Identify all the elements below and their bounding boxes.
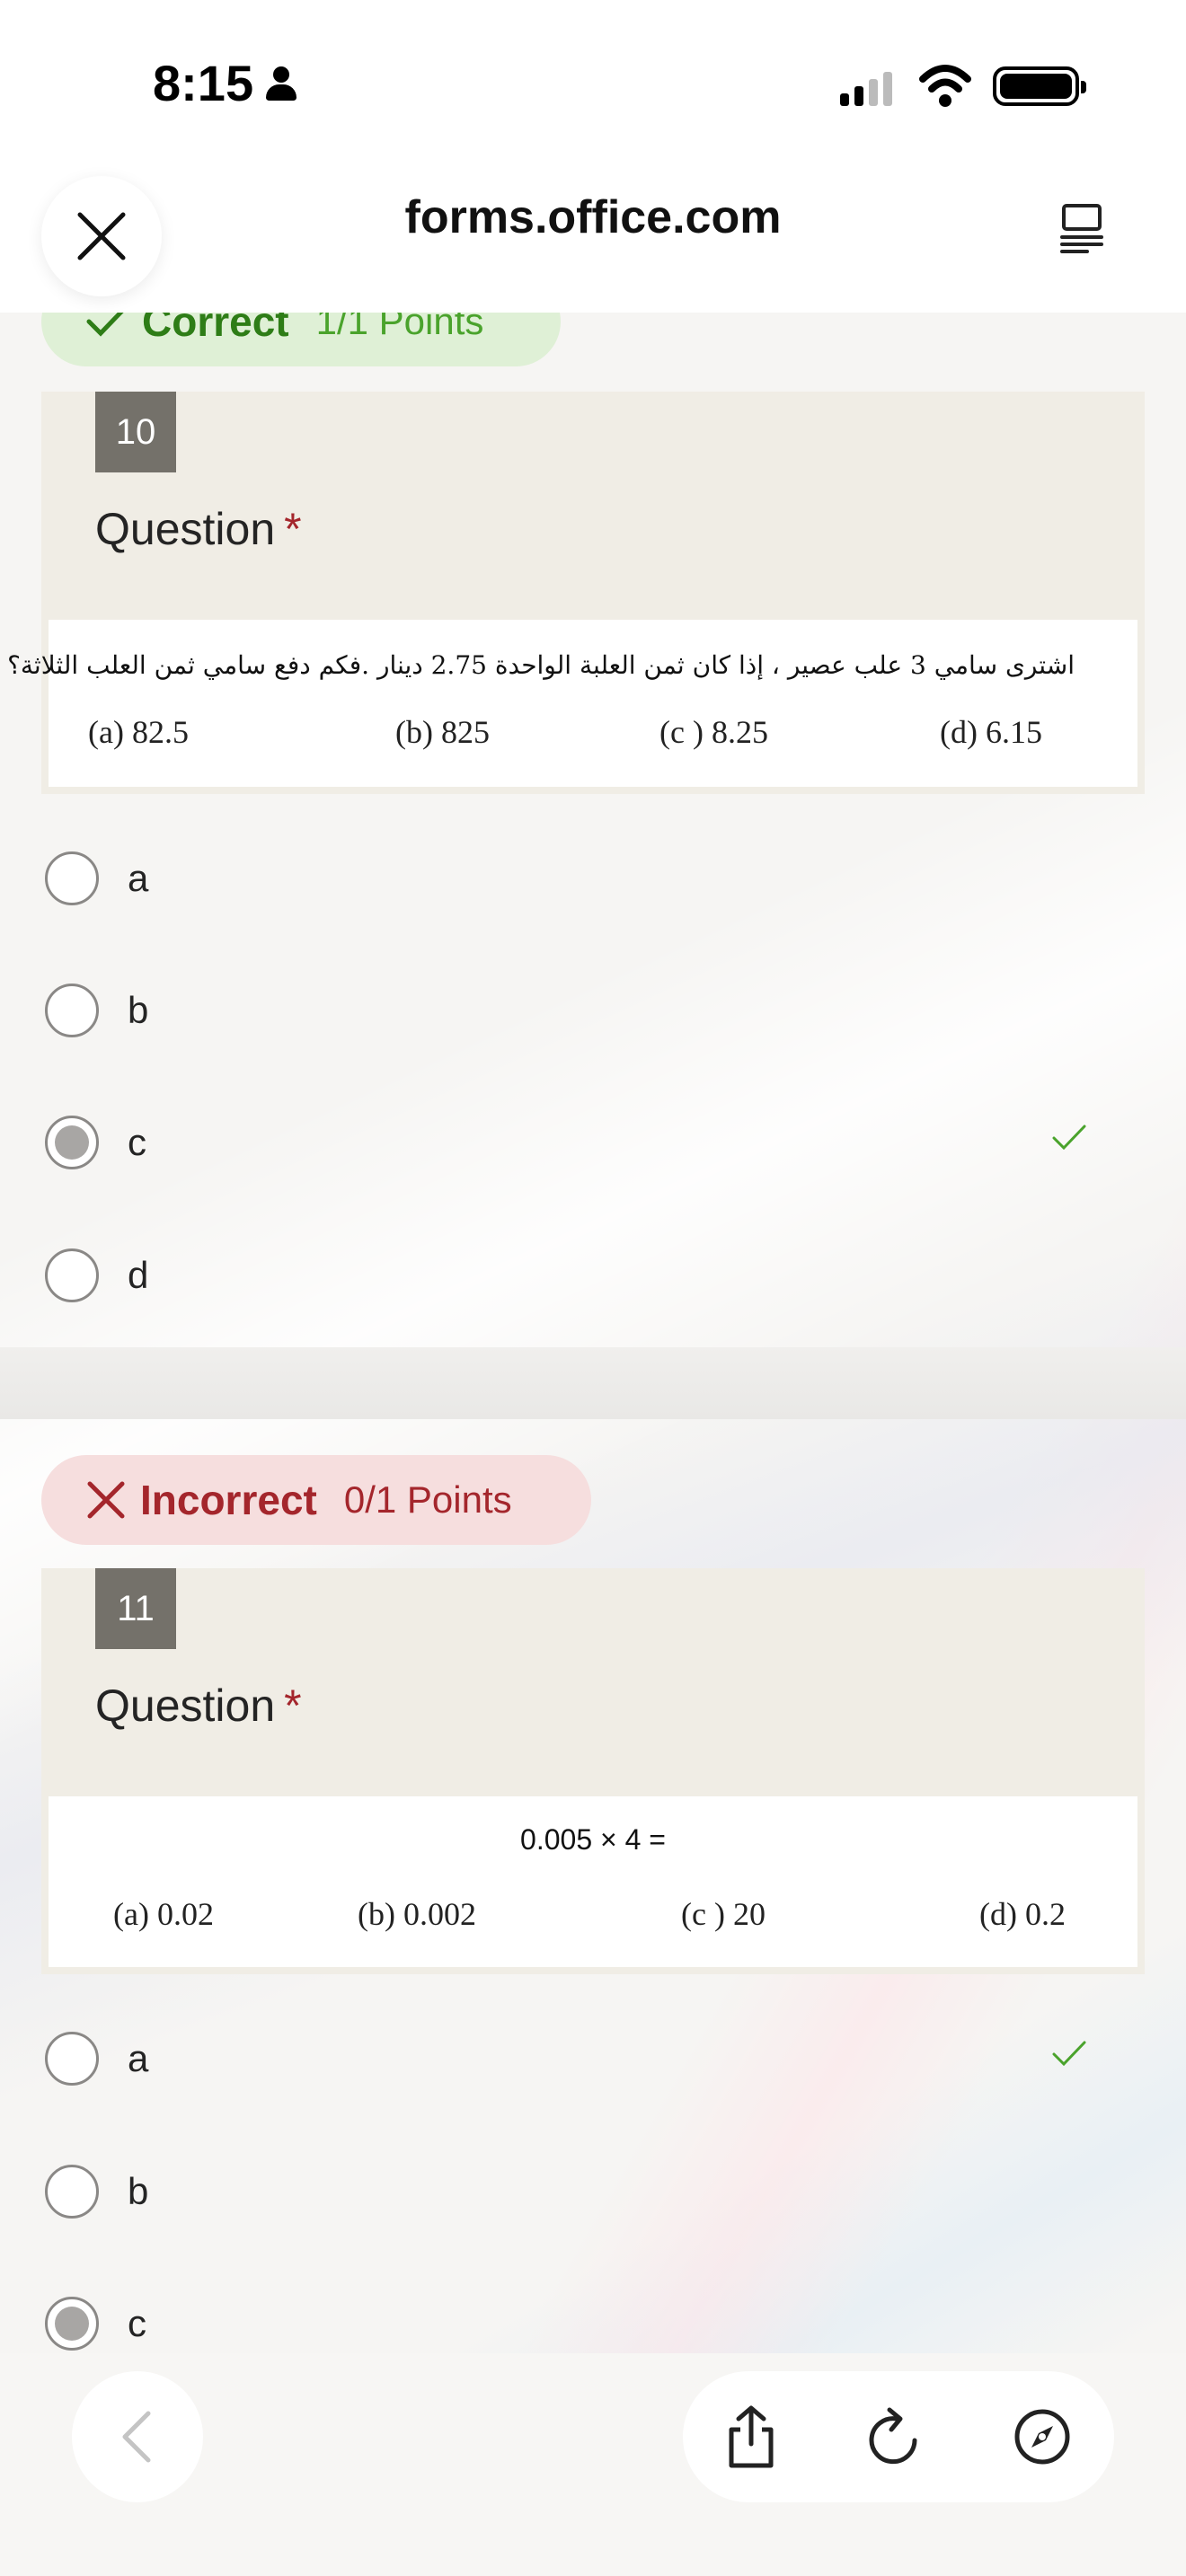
answer-option-d[interactable]: d bbox=[45, 1239, 1141, 1311]
answer-option-b[interactable]: b bbox=[45, 975, 1141, 1046]
answer-option-c[interactable]: c bbox=[45, 1107, 1141, 1178]
radio-button[interactable] bbox=[45, 2165, 99, 2219]
question-image-text: 0.005 × 4 = bbox=[520, 1823, 666, 1856]
answer-option-a[interactable]: a bbox=[45, 2023, 1141, 2095]
image-option: (a) 82.5 bbox=[88, 714, 189, 750]
image-option: (d) 0.2 bbox=[979, 1896, 1066, 1932]
url-text[interactable]: forms.office.com bbox=[0, 190, 1186, 244]
answer-label: c bbox=[128, 1121, 146, 1163]
back-button[interactable] bbox=[72, 2371, 203, 2502]
question-image: 0.005 × 4 = (a) 0.02 (b) 0.002 (c ) 20 (… bbox=[49, 1796, 1137, 1967]
question-number: 11 bbox=[95, 1568, 176, 1649]
browser-actions bbox=[683, 2371, 1114, 2502]
person-icon bbox=[266, 66, 297, 101]
answer-option-c[interactable]: c bbox=[45, 2288, 1141, 2360]
answer-label: a bbox=[128, 2037, 149, 2079]
answer-label: a bbox=[128, 857, 149, 899]
image-option: (b) 825 bbox=[395, 714, 490, 750]
status-time: 8:15 bbox=[153, 54, 297, 112]
result-status: Incorrect bbox=[86, 1476, 317, 1524]
required-mark: * bbox=[284, 504, 302, 554]
radio-button[interactable] bbox=[45, 1248, 99, 1302]
question-number: 10 bbox=[95, 392, 176, 472]
correct-answer-check-icon bbox=[1052, 1125, 1086, 1151]
reader-mode-icon[interactable] bbox=[1060, 203, 1105, 253]
question-divider bbox=[0, 1347, 1186, 1419]
points-text: 0/1 Points bbox=[343, 1478, 512, 1521]
wifi-icon bbox=[919, 65, 971, 107]
image-option: (a) 0.02 bbox=[113, 1896, 214, 1932]
question-title-text: Question bbox=[95, 1681, 276, 1731]
image-option: (b) 0.002 bbox=[358, 1896, 476, 1932]
question-title-text: Question bbox=[95, 504, 276, 554]
question-card: 10 Question * اشترى سامي 3 علب عصير ، إذا… bbox=[7, 392, 1145, 794]
radio-button-selected[interactable] bbox=[45, 2297, 99, 2351]
x-icon bbox=[87, 1481, 125, 1519]
compass-button[interactable] bbox=[997, 2392, 1087, 2482]
radio-button[interactable] bbox=[45, 851, 99, 905]
radio-button[interactable] bbox=[45, 2032, 99, 2086]
image-option: (c ) 20 bbox=[681, 1896, 766, 1932]
battery-icon bbox=[993, 66, 1086, 106]
image-option: (d) 6.15 bbox=[940, 714, 1042, 750]
question-title: Question * bbox=[95, 1680, 302, 1732]
answer-option-b[interactable]: b bbox=[45, 2156, 1141, 2228]
correct-answer-check-icon bbox=[1052, 2041, 1086, 2067]
share-button[interactable] bbox=[706, 2392, 796, 2482]
cellular-signal-icon bbox=[840, 72, 892, 106]
image-option: (c ) 8.25 bbox=[659, 714, 768, 750]
question-image: اشترى سامي 3 علب عصير ، إذا كان ثمن العل… bbox=[7, 620, 1137, 787]
share-icon bbox=[729, 2405, 774, 2468]
time-text: 8:15 bbox=[153, 55, 254, 111]
answer-label: c bbox=[128, 2302, 146, 2344]
radio-button-selected[interactable] bbox=[45, 1116, 99, 1169]
reload-icon bbox=[869, 2407, 917, 2465]
answer-label: b bbox=[128, 989, 149, 1031]
answer-option-a[interactable]: a bbox=[45, 842, 1141, 914]
reload-button[interactable] bbox=[850, 2392, 940, 2482]
question-title: Question * bbox=[95, 503, 302, 555]
result-badge-incorrect: Incorrect 0/1 Points bbox=[41, 1455, 591, 1545]
question-card: 11 Question * 0.005 × 4 = (a) 0.02 (b) 0.… bbox=[41, 1568, 1145, 1974]
question-image-text: اشترى سامي 3 علب عصير ، إذا كان ثمن العل… bbox=[7, 650, 1075, 680]
result-text: Incorrect bbox=[140, 1477, 317, 1523]
status-bar: 8:15 bbox=[0, 0, 1186, 171]
answer-label: b bbox=[128, 2170, 149, 2212]
compass-icon bbox=[1014, 2409, 1070, 2465]
radio-button[interactable] bbox=[45, 984, 99, 1037]
required-mark: * bbox=[284, 1681, 302, 1731]
answer-label: d bbox=[128, 1254, 149, 1296]
chevron-left-icon bbox=[122, 2411, 151, 2463]
